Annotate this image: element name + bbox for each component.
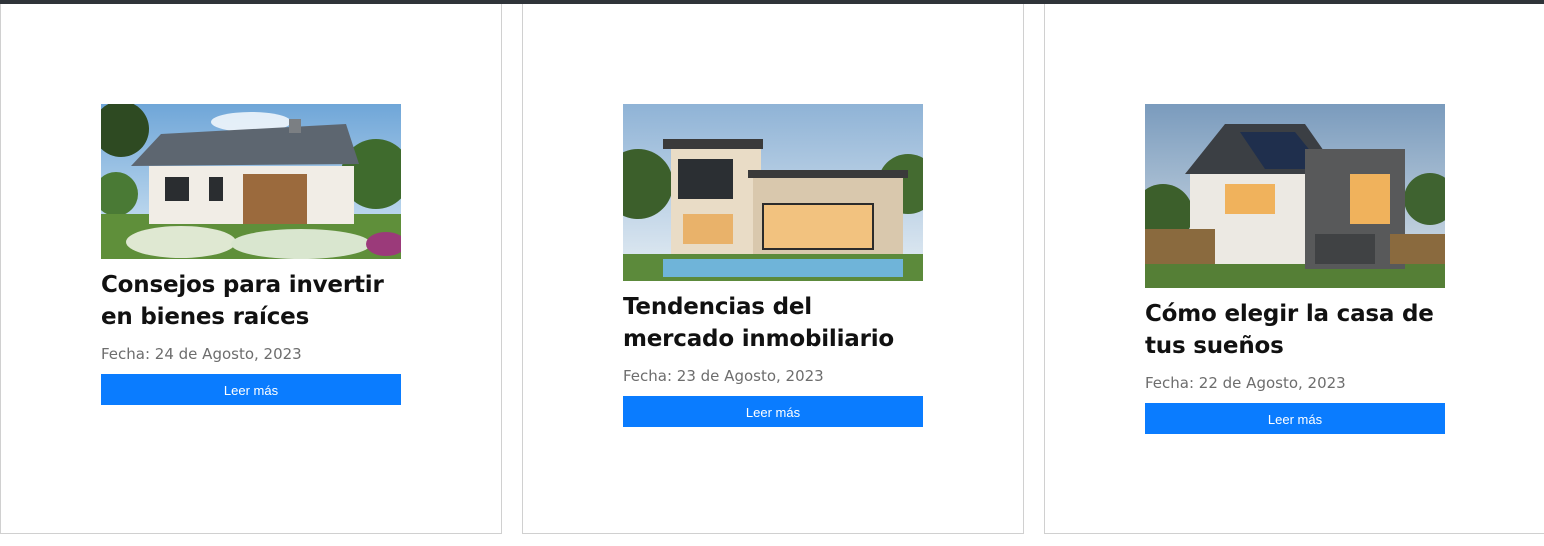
blog-card: Tendencias del mercado inmobiliario Fech…	[522, 4, 1024, 534]
house-image	[623, 104, 923, 281]
house-image	[101, 104, 401, 259]
blog-card: Consejos para invertir en bienes raíces …	[0, 4, 502, 534]
card-date: Fecha: 23 de Agosto, 2023	[623, 367, 824, 385]
card-content: Tendencias del mercado inmobiliario Fech…	[623, 104, 923, 427]
read-more-button[interactable]: Leer más	[101, 374, 401, 405]
read-more-button[interactable]: Leer más	[623, 396, 923, 427]
card-image[interactable]	[623, 104, 923, 281]
card-title: Tendencias del mercado inmobiliario	[623, 294, 895, 352]
card-title: Consejos para invertir en bienes raíces	[101, 272, 384, 330]
card-image[interactable]	[101, 104, 401, 259]
card-content: Cómo elegir la casa de tus sueños Fecha:…	[1145, 104, 1445, 434]
card-image[interactable]	[1145, 104, 1445, 288]
card-date: Fecha: 24 de Agosto, 2023	[101, 345, 302, 363]
card-date: Fecha: 22 de Agosto, 2023	[1145, 374, 1346, 392]
house-image	[1145, 104, 1445, 288]
read-more-button[interactable]: Leer más	[1145, 403, 1445, 434]
blog-card: Cómo elegir la casa de tus sueños Fecha:…	[1044, 4, 1544, 534]
card-content: Consejos para invertir en bienes raíces …	[101, 104, 401, 405]
card-title: Cómo elegir la casa de tus sueños	[1145, 301, 1434, 359]
